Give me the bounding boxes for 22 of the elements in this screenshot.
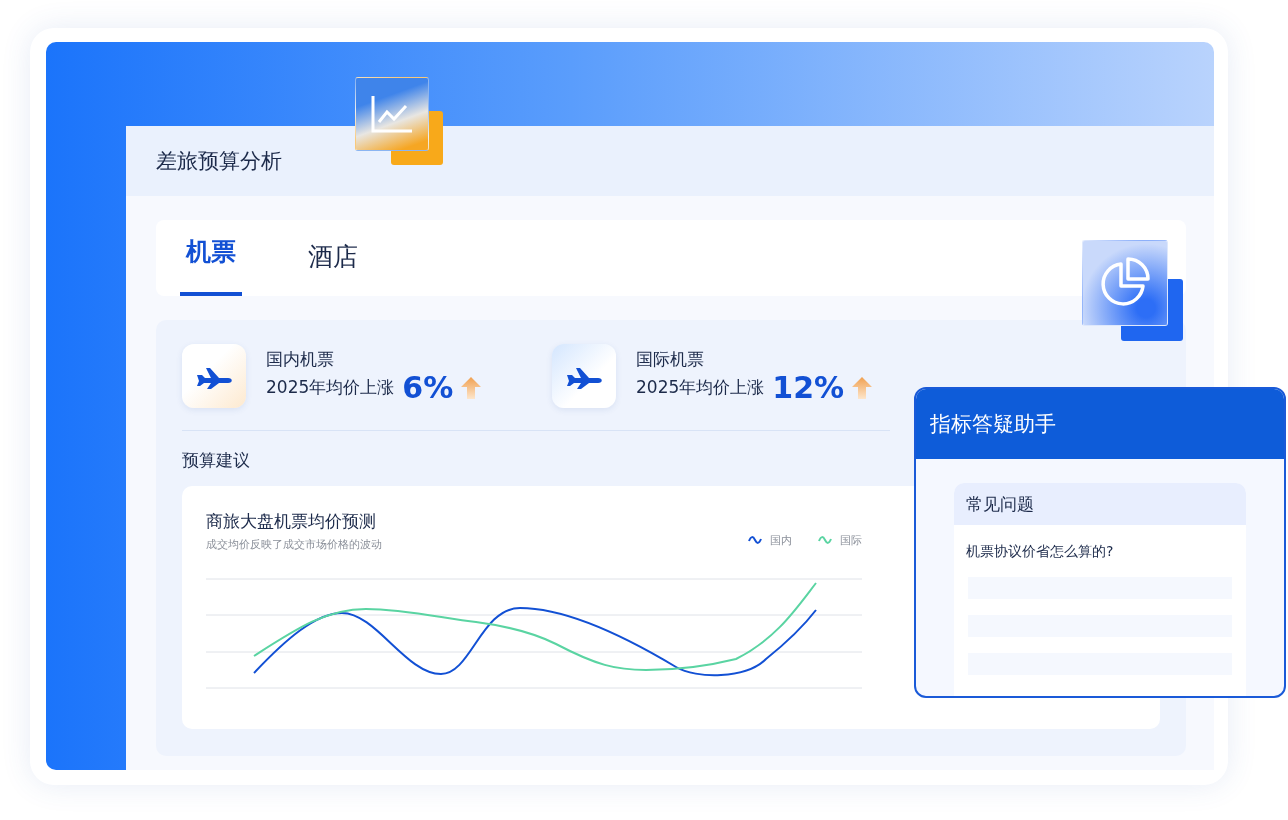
chart-subtitle: 成交均价反映了成交市场价格的波动 (206, 537, 382, 552)
plane-icon (552, 344, 616, 408)
stat-title: 国内机票 (266, 348, 335, 371)
stat-value: 12% (772, 371, 845, 404)
arrow-up-icon (461, 376, 482, 399)
section-label: 预算建议 (182, 449, 251, 472)
stat-subtitle: 2025年均价上涨 (266, 376, 395, 399)
line-chart-icon (355, 77, 443, 165)
stat-subtitle: 2025年均价上涨 (636, 376, 765, 399)
faq-question[interactable]: 机票协议价省怎么算的? (966, 543, 1246, 561)
tab[interactable]: 机票 (180, 220, 242, 296)
page-title: 差旅预算分析 (156, 148, 282, 175)
tab[interactable]: 酒店 (302, 220, 364, 296)
legend-label: 国内 (770, 532, 792, 548)
chart-title: 商旅大盘机票均价预测 (206, 510, 377, 533)
plane-icon (182, 344, 246, 408)
assistant-title: 指标答疑助手 (930, 411, 1056, 438)
stat-title: 国际机票 (636, 348, 705, 371)
arrow-up-icon (852, 376, 873, 399)
stat-value: 6% (402, 371, 454, 404)
legend-label: 国际 (840, 532, 862, 548)
faq-title: 常见问题 (966, 492, 1034, 516)
